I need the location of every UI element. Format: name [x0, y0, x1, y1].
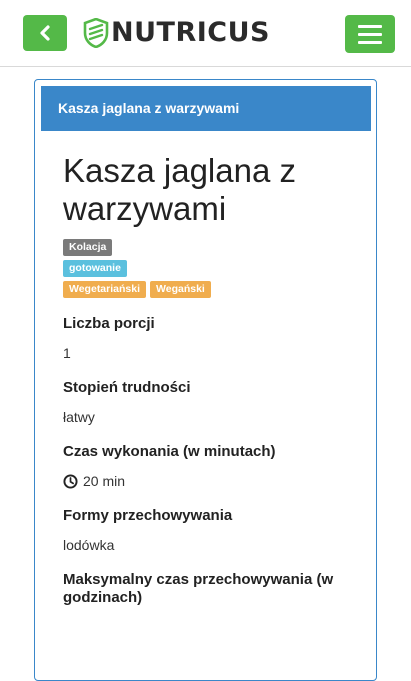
time-value-row: 20 min	[63, 472, 363, 490]
recipe-title: Kasza jaglana z warzywami	[63, 152, 296, 227]
brand-logo[interactable]: NUTRICUS	[83, 16, 270, 50]
method-badge: gotowanie	[63, 260, 127, 277]
hamburger-icon	[358, 24, 382, 28]
chevron-left-icon	[40, 25, 50, 41]
portions-label: Liczba porcji	[63, 315, 155, 332]
diet-badge-vegan: Wegański	[150, 281, 211, 298]
time-label: Czas wykonania (w minutach)	[63, 443, 276, 460]
max-storage-label: Maksymalny czas przechowywania (w godzin…	[63, 571, 334, 606]
shield-logo-icon	[83, 18, 109, 48]
hamburger-icon-bar	[358, 40, 382, 44]
difficulty-label: Stopień trudności	[63, 379, 191, 396]
top-navbar: NUTRICUS	[0, 0, 411, 67]
hamburger-icon-bar	[358, 32, 382, 36]
brand-name: NUTRICUS	[111, 17, 270, 48]
portions-field: Liczba porcji 1	[63, 315, 363, 362]
storage-value: lodówka	[63, 537, 115, 553]
clock-icon	[63, 473, 78, 489]
portions-value: 1	[63, 345, 71, 361]
recipe-body: Kasza jaglana z warzywami Kolacja gotowa…	[63, 152, 363, 607]
diet-badge-vegetarian: Wegetariański	[63, 281, 147, 298]
panel-heading: Kasza jaglana z warzywami	[41, 86, 371, 131]
difficulty-value: łatwy	[63, 409, 95, 425]
max-storage-field: Maksymalny czas przechowywania (w godzin…	[63, 571, 363, 607]
time-field: Czas wykonania (w minutach) 20 min	[63, 443, 363, 490]
recipe-panel: Kasza jaglana z warzywami Kasza jaglana …	[34, 79, 377, 681]
menu-toggle-button[interactable]	[345, 15, 395, 53]
recipe-labels: Kolacja gotowanie Wegetariański Wegański	[63, 239, 363, 298]
back-button[interactable]	[23, 15, 67, 51]
storage-label: Formy przechowywania	[63, 507, 233, 524]
difficulty-field: Stopień trudności łatwy	[63, 379, 363, 426]
meal-badge: Kolacja	[63, 239, 113, 256]
storage-field: Formy przechowywania lodówka	[63, 507, 363, 554]
time-value: 20 min	[83, 473, 126, 489]
